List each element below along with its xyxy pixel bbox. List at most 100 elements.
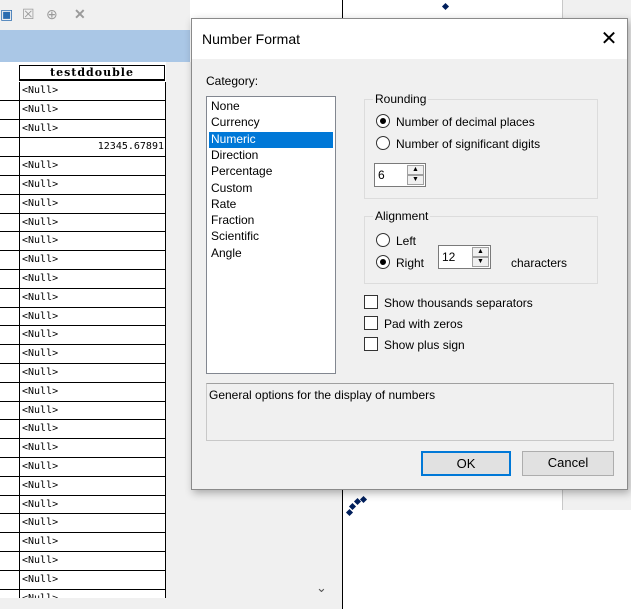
alignment-width-value[interactable]: 12	[442, 250, 455, 264]
row-header[interactable]	[0, 420, 20, 439]
delete-selected-icon[interactable]: ☒	[22, 6, 35, 22]
table-cell[interactable]: <Null>	[22, 101, 164, 118]
table-cell[interactable]: <Null>	[22, 477, 164, 494]
decimal-places-radio[interactable]	[376, 114, 390, 128]
table-row[interactable]: <Null>	[0, 495, 166, 515]
table-row[interactable]: <Null>	[0, 457, 166, 477]
table-row[interactable]: <Null>	[0, 420, 166, 440]
spin-up-icon[interactable]: ▲	[407, 165, 424, 175]
category-item-percentage[interactable]: Percentage	[209, 164, 333, 180]
row-header[interactable]	[0, 382, 20, 401]
table-cell[interactable]: <Null>	[22, 383, 164, 400]
table-cell[interactable]: <Null>	[22, 289, 164, 306]
row-header[interactable]	[0, 157, 20, 175]
table-row[interactable]: <Null>	[0, 100, 166, 120]
table-cell[interactable]: <Null>	[22, 251, 164, 268]
table-row[interactable]: <Null>	[0, 439, 166, 458]
rounding-value[interactable]: 6	[378, 168, 385, 182]
table-cell[interactable]: <Null>	[22, 458, 164, 475]
row-header[interactable]	[0, 269, 20, 288]
table-cell[interactable]: <Null>	[22, 195, 164, 212]
table-cell[interactable]: <Null>	[22, 326, 164, 343]
spin-down-icon[interactable]: ▼	[472, 257, 489, 267]
table-row[interactable]: <Null>	[0, 345, 166, 364]
table-row[interactable]: <Null>	[0, 326, 166, 346]
table-cell[interactable]: <Null>	[22, 439, 164, 456]
table-cell[interactable]: <Null>	[22, 364, 164, 381]
alignment-width-stepper[interactable]: 12 ▲ ▼	[438, 245, 491, 269]
category-item-custom[interactable]: Custom	[209, 181, 333, 197]
table-row[interactable]: <Null>	[0, 551, 166, 571]
rounding-value-stepper[interactable]: 6 ▲ ▼	[374, 163, 426, 187]
category-item-fraction[interactable]: Fraction	[209, 213, 333, 229]
category-item-rate[interactable]: Rate	[209, 197, 333, 213]
category-item-none[interactable]: None	[209, 99, 333, 115]
row-header[interactable]	[0, 476, 20, 495]
table-row[interactable]: <Null>	[0, 82, 166, 101]
thousands-separator-checkbox[interactable]	[364, 295, 378, 309]
significant-digits-label[interactable]: Number of significant digits	[396, 137, 540, 151]
align-left-radio[interactable]	[376, 233, 390, 247]
table-row[interactable]: <Null>	[0, 401, 166, 421]
table-cell[interactable]: <Null>	[22, 157, 164, 174]
category-item-direction[interactable]: Direction	[209, 148, 333, 164]
row-header[interactable]	[0, 232, 20, 251]
row-header[interactable]	[0, 307, 20, 326]
category-item-scientific[interactable]: Scientific	[209, 229, 333, 245]
row-header[interactable]	[0, 345, 20, 363]
table-row[interactable]: <Null>	[0, 363, 166, 383]
horizontal-scrollbar[interactable]	[0, 598, 342, 609]
table-row[interactable]: <Null>	[0, 476, 166, 496]
close-button[interactable]: ✕	[595, 25, 623, 53]
table-row[interactable]: <Null>	[0, 382, 166, 402]
row-header[interactable]	[0, 457, 20, 476]
row-header[interactable]	[0, 288, 20, 307]
table-cell[interactable]: <Null>	[22, 308, 164, 325]
column-header-testddouble[interactable]: testddouble	[19, 65, 165, 81]
category-list[interactable]: None Currency Numeric Direction Percentage Cu…	[206, 96, 336, 374]
spin-down-icon[interactable]: ▼	[407, 175, 424, 185]
table-row[interactable]: <Null>	[0, 570, 166, 590]
table-cell[interactable]: <Null>	[22, 120, 164, 137]
table-row[interactable]: <Null>	[0, 157, 166, 176]
table-cell[interactable]: <Null>	[22, 82, 164, 99]
chevron-down-icon[interactable]: ⌄	[316, 580, 327, 596]
table-row[interactable]: <Null>	[0, 213, 166, 233]
table-cell[interactable]: <Null>	[22, 533, 164, 550]
row-header[interactable]	[0, 251, 20, 269]
significant-digits-radio[interactable]	[376, 136, 390, 150]
table-row[interactable]: <Null>	[0, 514, 166, 534]
table-cell[interactable]: <Null>	[22, 176, 164, 193]
decimal-places-label[interactable]: Number of decimal places	[396, 115, 535, 129]
table-row[interactable]: <Null>	[0, 251, 166, 270]
category-item-currency[interactable]: Currency	[209, 115, 333, 131]
align-left-label[interactable]: Left	[396, 234, 416, 248]
table-cell[interactable]: <Null>	[22, 345, 164, 362]
table-cell[interactable]: <Null>	[22, 514, 164, 531]
pad-zeros-label[interactable]: Pad with zeros	[384, 317, 463, 331]
table-row[interactable]: <Null>	[0, 533, 166, 552]
row-header[interactable]	[0, 551, 20, 570]
table-cell[interactable]: <Null>	[22, 496, 164, 513]
category-item-numeric[interactable]: Numeric	[209, 131, 333, 148]
ok-button[interactable]: OK	[421, 451, 511, 476]
row-header[interactable]	[0, 100, 20, 119]
table-row[interactable]: <Null>	[0, 194, 166, 214]
row-header[interactable]	[0, 119, 20, 138]
table-refresh-icon[interactable]: ▣	[0, 6, 13, 22]
align-right-label[interactable]: Right	[396, 256, 424, 270]
table-cell[interactable]: <Null>	[22, 270, 164, 287]
table-cell[interactable]: <Null>	[22, 402, 164, 419]
table-cell[interactable]: <Null>	[22, 420, 164, 437]
align-right-radio[interactable]	[376, 255, 390, 269]
table-row[interactable]: <Null>	[0, 288, 166, 308]
pad-zeros-checkbox[interactable]	[364, 316, 378, 330]
table-cell[interactable]: <Null>	[22, 571, 164, 588]
plus-sign-checkbox[interactable]	[364, 337, 378, 351]
row-header[interactable]	[0, 213, 20, 232]
table-row[interactable]: 12345.67891	[0, 138, 166, 158]
row-header[interactable]	[0, 363, 20, 382]
thousands-separator-label[interactable]: Show thousands separators	[384, 296, 533, 310]
table-cell[interactable]: <Null>	[22, 232, 164, 249]
table-row[interactable]: <Null>	[0, 175, 166, 195]
